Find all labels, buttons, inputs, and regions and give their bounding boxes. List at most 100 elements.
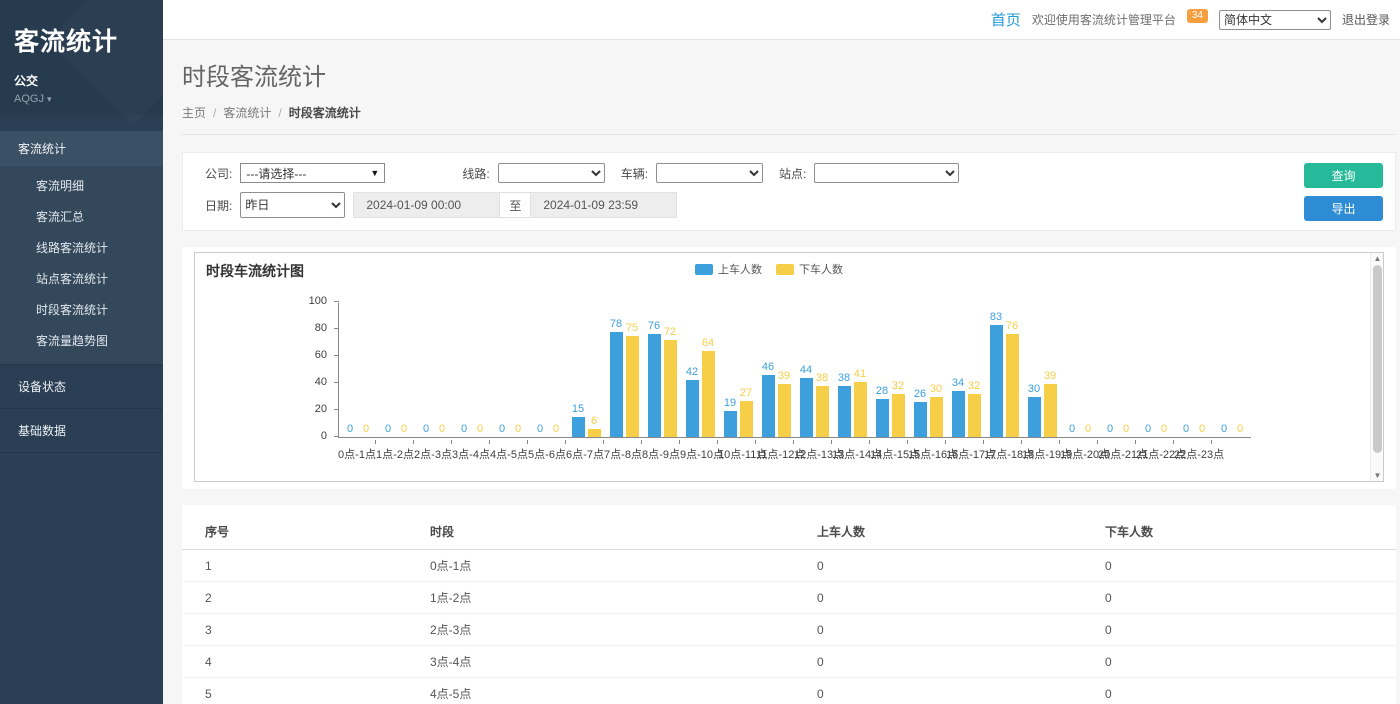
table-header-cell: 下车人数: [1105, 516, 1396, 550]
station-select[interactable]: [814, 163, 959, 183]
sidebar-section-passenger-stats[interactable]: 客流统计: [0, 131, 163, 166]
vehicle-select[interactable]: [656, 163, 763, 183]
legend-label: 下车人数: [799, 261, 843, 277]
bar-group: 75: [626, 323, 639, 437]
bar-value-label: 0: [537, 424, 543, 435]
user-dropdown[interactable]: AQGJ▾: [14, 93, 149, 105]
sidebar-submenu-item[interactable]: 客流量趋势图: [0, 325, 163, 356]
bar-group: 42: [686, 367, 699, 437]
x-axis-label: 3点-4点: [452, 442, 490, 462]
bar-group: 0: [1104, 424, 1117, 437]
x-axis-label: 18点-19点: [1022, 442, 1060, 462]
date-from-input[interactable]: 2024-01-09 00:00: [353, 192, 500, 218]
table-cell: 1: [182, 550, 430, 582]
table-row: 43点-4点00: [182, 646, 1396, 678]
sidebar-submenu-item[interactable]: 线路客流统计: [0, 232, 163, 263]
bar-group: 0: [436, 424, 449, 437]
x-axis-label: 2点-3点: [414, 442, 452, 462]
bar-group: 39: [778, 371, 791, 437]
table-row: 21点-2点00: [182, 582, 1396, 614]
bar-group: 6: [588, 416, 601, 437]
date-to-input[interactable]: 2024-01-09 23:59: [530, 192, 677, 218]
bar: [572, 417, 585, 437]
bar-value-label: 64: [702, 338, 714, 349]
breadcrumb-item[interactable]: 客流统计: [223, 106, 271, 120]
bar: [816, 386, 829, 437]
bar: [1006, 334, 1019, 437]
x-axis-labels: 0点-1点1点-2点2点-3点3点-4点4点-5点5点-6点6点-7点7点-8点…: [338, 442, 1251, 462]
bar-category: 7672: [643, 321, 681, 437]
export-button[interactable]: 导出: [1304, 196, 1383, 221]
bar-group: 64: [702, 338, 715, 437]
bar-value-label: 38: [838, 373, 850, 384]
bar-group: 27: [740, 388, 753, 437]
date-range-group: 2024-01-09 00:00 至 2024-01-09 23:59: [353, 192, 677, 218]
bar-category: 00: [1061, 424, 1099, 437]
bar-category: 00: [529, 424, 567, 437]
bar-value-label: 75: [626, 323, 638, 334]
scroll-down-icon[interactable]: ▼: [1371, 471, 1384, 480]
org-label: 公交: [14, 72, 149, 89]
filter-panel: 公司: ---请选择--- ▼ 线路: 车辆: 站点: 日期: 昨日 2024-…: [182, 152, 1396, 231]
chart-scrollbar[interactable]: ▲ ▼: [1370, 253, 1383, 481]
scroll-up-icon[interactable]: ▲: [1371, 254, 1384, 263]
bar-group: 38: [816, 373, 829, 437]
home-link[interactable]: 首页: [991, 9, 1021, 30]
bar-group: 26: [914, 389, 927, 437]
bar-value-label: 19: [724, 398, 736, 409]
table-cell: 3: [182, 614, 430, 646]
language-select[interactable]: 简体中文: [1219, 10, 1331, 30]
bar-value-label: 42: [686, 367, 698, 378]
company-label: 公司:: [205, 165, 232, 182]
bar-value-label: 0: [553, 424, 559, 435]
bar-category: 00: [1137, 424, 1175, 437]
table-cell: 0: [1105, 614, 1396, 646]
bar-category: 46 39: [757, 362, 795, 437]
bar-group: 0: [344, 424, 357, 437]
query-button[interactable]: 查询: [1304, 163, 1383, 188]
line-label: 线路:: [462, 165, 489, 182]
company-select-value: ---请选择---: [246, 165, 306, 182]
chart-panel: 时段车流统计图 上车人数下车人数 020406080100 0000000000…: [182, 247, 1396, 489]
station-label: 站点:: [779, 165, 806, 182]
sidebar-submenu-item[interactable]: 客流明细: [0, 170, 163, 201]
sidebar-menu-item[interactable]: 基础数据: [0, 409, 163, 453]
breadcrumb-item[interactable]: 主页: [182, 106, 206, 120]
notification-badge[interactable]: 34: [1187, 9, 1208, 23]
x-axis-label: 9点-10点: [680, 442, 718, 462]
x-axis-label: 14点-15点: [870, 442, 908, 462]
table-cell: 3点-4点: [430, 646, 817, 678]
date-preset-select[interactable]: 昨日: [240, 192, 345, 218]
bar-group: 0: [512, 424, 525, 437]
bar: [740, 401, 753, 437]
scrollbar-thumb[interactable]: [1373, 265, 1382, 453]
company-select[interactable]: ---请选择--- ▼: [240, 163, 385, 183]
chart-plot: 020406080100 000000000000156787576724264…: [338, 303, 1251, 438]
sidebar-submenu-item[interactable]: 站点客流统计: [0, 263, 163, 294]
legend-swatch-icon: [776, 264, 794, 275]
table-cell: 0: [1105, 550, 1396, 582]
bar-category: 00: [415, 424, 453, 437]
x-axis-label: 7点-8点: [604, 442, 642, 462]
line-select[interactable]: [498, 163, 605, 183]
bar: [588, 429, 601, 437]
bar-value-label: 0: [1145, 424, 1151, 435]
bar-group: 0: [550, 424, 563, 437]
sidebar-menu-item[interactable]: 设备状态: [0, 365, 163, 409]
y-tick-label: 20: [315, 404, 327, 415]
date-label: 日期:: [205, 197, 232, 214]
chart-container: 时段车流统计图 上车人数下车人数 020406080100 0000000000…: [194, 252, 1384, 482]
sidebar-submenu-item[interactable]: 客流汇总: [0, 201, 163, 232]
x-axis-label: 8点-9点: [642, 442, 680, 462]
bar-group: 78: [610, 319, 623, 437]
bar-value-label: 46: [762, 362, 774, 373]
page-head: 时段客流统计 主页/客流统计/时段客流统计: [182, 40, 1396, 135]
bar: [702, 351, 715, 437]
logout-link[interactable]: 退出登录: [1342, 11, 1390, 28]
sidebar-submenu-item[interactable]: 时段客流统计: [0, 294, 163, 325]
bar-value-label: 72: [664, 327, 676, 338]
breadcrumb-separator: /: [213, 106, 216, 120]
bar-value-label: 0: [1183, 424, 1189, 435]
table-cell: 0: [1105, 678, 1396, 704]
bar-group: 15: [572, 404, 585, 437]
